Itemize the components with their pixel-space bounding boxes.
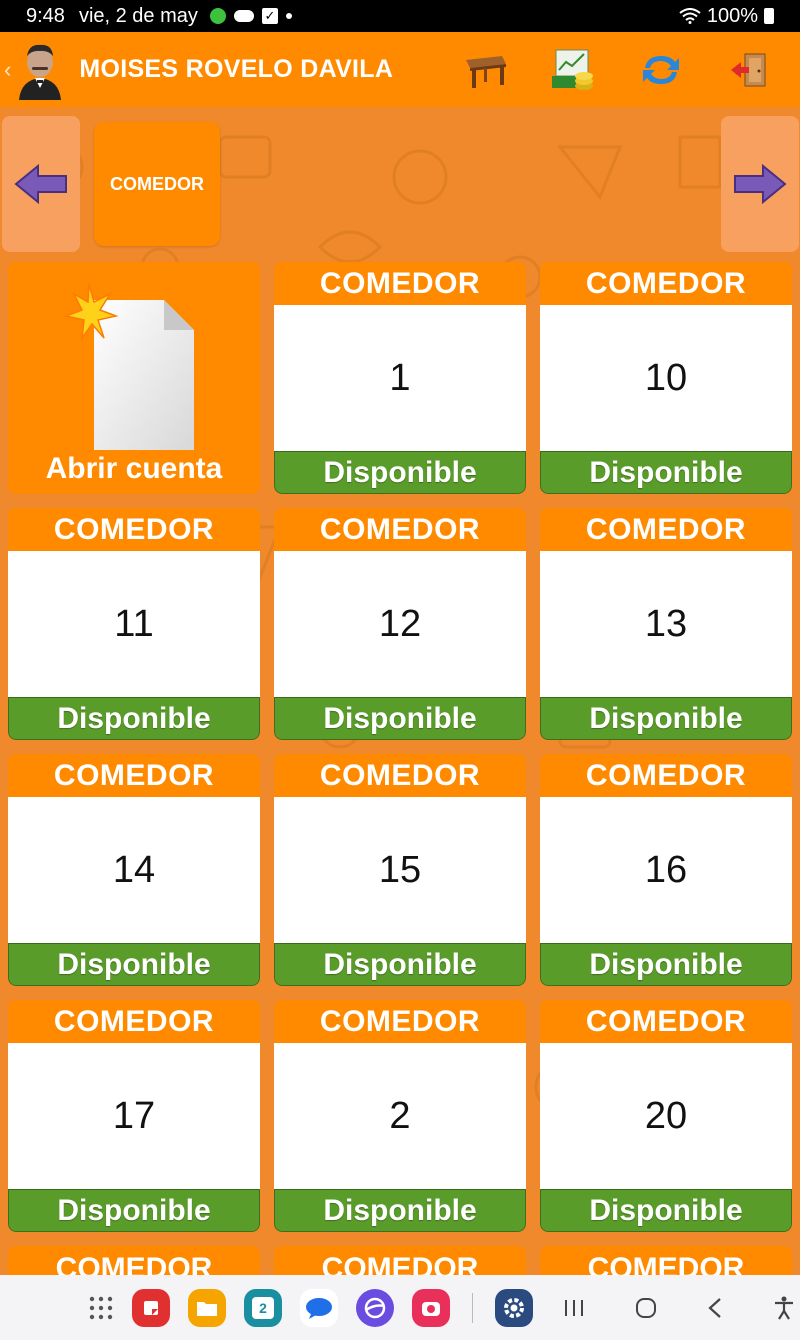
system-status: 100% bbox=[679, 5, 774, 28]
back-icon[interactable] bbox=[707, 1297, 723, 1319]
table-number: 20 bbox=[540, 1043, 792, 1189]
dock-separator bbox=[472, 1292, 473, 1323]
new-document-icon bbox=[64, 283, 194, 450]
table-area: COMEDOR bbox=[274, 508, 526, 551]
header-actions bbox=[460, 45, 800, 95]
notes-app-icon[interactable] bbox=[132, 1288, 170, 1327]
table-tile[interactable]: COMEDOR 16 Disponible bbox=[540, 754, 792, 986]
table-status: Disponible bbox=[274, 1189, 526, 1232]
table-area: COMEDOR bbox=[540, 262, 792, 305]
battery-percent: 100% bbox=[706, 4, 758, 27]
table-number: 11 bbox=[8, 551, 260, 697]
table-tile[interactable]: COMEDOR 11 Disponible bbox=[8, 508, 260, 740]
table-number: 13 bbox=[540, 551, 792, 697]
back-caret-icon[interactable]: ‹ bbox=[4, 57, 11, 83]
category-prev-button[interactable] bbox=[2, 116, 80, 252]
table-status: Disponible bbox=[274, 451, 526, 494]
open-account-label: Abrir cuenta bbox=[45, 452, 223, 485]
table-tile[interactable]: COMEDOR 17 Disponible bbox=[8, 1000, 260, 1232]
notification-icons: ✓ bbox=[209, 8, 292, 24]
calendar-app-icon[interactable]: 2 bbox=[244, 1288, 282, 1327]
table-tile[interactable]: COMEDOR 13 Disponible bbox=[540, 508, 792, 740]
table-number: 15 bbox=[274, 797, 526, 943]
table-area: COMEDOR bbox=[8, 508, 260, 551]
table-status: Disponible bbox=[540, 451, 792, 494]
cash-report-button[interactable] bbox=[548, 45, 598, 95]
table-status: Disponible bbox=[540, 943, 792, 986]
table-number: 12 bbox=[274, 551, 526, 697]
app-header: ‹ MOISES ROVELO DAVILA bbox=[0, 32, 800, 107]
table-tile[interactable]: COMEDOR 15 Disponible bbox=[274, 754, 526, 986]
exit-door-icon bbox=[731, 53, 766, 86]
wifi-icon bbox=[679, 8, 701, 24]
cash-register-icon bbox=[552, 49, 593, 90]
table-tile[interactable]: COMEDOR 1 Disponible bbox=[274, 262, 526, 494]
table-area: COMEDOR bbox=[274, 1000, 526, 1043]
table-area: COMEDOR bbox=[8, 754, 260, 797]
refresh-button[interactable] bbox=[636, 45, 686, 95]
home-icon[interactable] bbox=[635, 1297, 657, 1319]
status-date: vie, 2 de may bbox=[78, 4, 198, 27]
table-tile[interactable]: COMEDOR 12 Disponible bbox=[274, 508, 526, 740]
calendar-day: 2 bbox=[252, 1296, 274, 1319]
files-app-icon[interactable] bbox=[188, 1288, 226, 1327]
table-icon bbox=[466, 55, 506, 88]
internet-app-icon[interactable] bbox=[356, 1288, 394, 1327]
app-dock: 2 bbox=[88, 1288, 533, 1327]
category-chip-comedor[interactable]: COMEDOR bbox=[94, 122, 220, 246]
cloud-icon bbox=[233, 10, 254, 22]
exit-button[interactable] bbox=[724, 45, 774, 95]
status-bar: 9:48 vie, 2 de may ✓ 100% bbox=[0, 0, 800, 32]
table-number: 1 bbox=[274, 305, 526, 451]
tables-grid: Abrir cuenta COMEDOR 1 Disponible COMEDO… bbox=[8, 262, 792, 1232]
table-tile[interactable]: COMEDOR 14 Disponible bbox=[8, 754, 260, 986]
table-number: 14 bbox=[8, 797, 260, 943]
user-name: MOISES ROVELO DAVILA bbox=[79, 55, 394, 83]
table-area: COMEDOR bbox=[540, 508, 792, 551]
recents-icon[interactable] bbox=[563, 1298, 585, 1318]
waiter-avatar bbox=[15, 39, 66, 100]
table-area: COMEDOR bbox=[8, 1000, 260, 1043]
more-notifications-icon bbox=[285, 13, 292, 19]
app-drawer-icon[interactable] bbox=[88, 1295, 114, 1321]
arrow-left-icon bbox=[14, 163, 67, 205]
tables-button[interactable] bbox=[460, 45, 510, 95]
messages-app-icon[interactable] bbox=[300, 1288, 338, 1327]
table-status: Disponible bbox=[540, 697, 792, 740]
table-number: 10 bbox=[540, 305, 792, 451]
open-account-tile[interactable]: Abrir cuenta bbox=[8, 262, 260, 494]
table-area: COMEDOR bbox=[540, 1000, 792, 1043]
status-time: 9:48 bbox=[26, 4, 65, 27]
table-status: Disponible bbox=[274, 697, 526, 740]
accessibility-icon[interactable] bbox=[773, 1296, 795, 1320]
table-status: Disponible bbox=[8, 1189, 260, 1232]
table-area: COMEDOR bbox=[274, 754, 526, 797]
arrow-right-icon bbox=[734, 163, 787, 205]
camera-app-icon[interactable] bbox=[412, 1288, 450, 1327]
battery-icon bbox=[764, 8, 774, 24]
table-status: Disponible bbox=[274, 943, 526, 986]
table-number: 16 bbox=[540, 797, 792, 943]
table-status: Disponible bbox=[8, 697, 260, 740]
table-area: COMEDOR bbox=[274, 262, 526, 305]
category-next-button[interactable] bbox=[721, 116, 799, 252]
table-number: 2 bbox=[274, 1043, 526, 1189]
table-tile[interactable]: COMEDOR 10 Disponible bbox=[540, 262, 792, 494]
table-status: Disponible bbox=[8, 943, 260, 986]
table-status: Disponible bbox=[540, 1189, 792, 1232]
refresh-icon bbox=[643, 55, 679, 84]
table-tile[interactable]: COMEDOR 2 Disponible bbox=[274, 1000, 526, 1232]
system-nav-buttons bbox=[563, 1296, 795, 1320]
settings-app-icon[interactable] bbox=[495, 1288, 533, 1327]
table-area: COMEDOR bbox=[540, 754, 792, 797]
app-notification-icon bbox=[209, 8, 226, 24]
table-tile[interactable]: COMEDOR 20 Disponible bbox=[540, 1000, 792, 1232]
table-number: 17 bbox=[8, 1043, 260, 1189]
system-navigation-bar: 2 bbox=[0, 1275, 800, 1340]
checkbox-notification-icon: ✓ bbox=[261, 8, 278, 24]
